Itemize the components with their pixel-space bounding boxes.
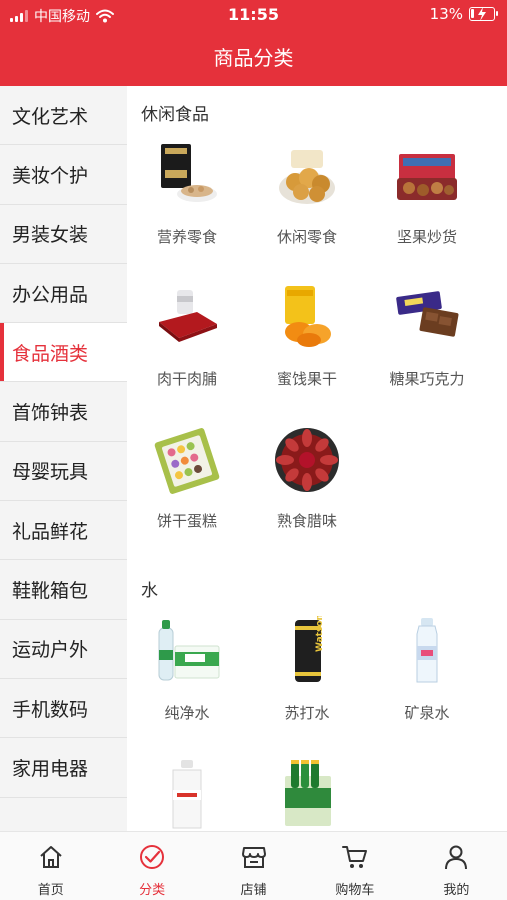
sidebar-category-label: 运动户外 [12,639,89,662]
sidebar-category-item[interactable]: 鞋靴箱包 [0,560,127,620]
tab-label: 购物车 [335,883,375,898]
mineral-water-image [391,616,463,688]
sidebar-category-item[interactable]: 食品酒类 [0,323,127,383]
sidebar-category-item[interactable]: 运动户外 [0,620,127,679]
sidebar-category-item[interactable]: 家用电器 [0,738,127,798]
tab-label: 分类 [139,883,166,898]
subcategory-label: 矿泉水 [404,704,450,722]
purified-water-image [151,616,223,688]
subcategory-label: 休闲零食 [276,228,337,246]
subcategory-label: 坚果炒货 [396,228,457,246]
tab-item[interactable]: 我的 [406,832,507,900]
subcategory-label: 饼干蛋糕 [156,512,217,530]
jerky-image [151,282,223,354]
leisure-snack-image [271,140,343,212]
sidebar-category-item[interactable]: 母婴玩具 [0,442,127,502]
sidebar-category-item[interactable]: 首饰钟表 [0,382,127,442]
page-title: 商品分类 [213,46,294,70]
sidebar-category-item[interactable]: 文化艺术 [0,86,127,146]
sidebar-category-label: 家用电器 [12,757,89,780]
water-bucket-image [151,758,223,830]
subcategory-item[interactable]: 坚果炒货 [367,140,487,280]
sidebar-category-label: 文化艺术 [12,105,89,128]
subcategory-item[interactable]: 糖果巧克力 [367,282,487,422]
tab-label: 店铺 [240,883,267,898]
subcategory-label: 营养零食 [156,228,217,246]
svg-text:Watsons: Watsons [315,616,325,652]
battery-percent: 13% [429,5,463,23]
category-sidebar: 文化艺术美妆个护男装女装办公用品食品酒类首饰钟表母婴玩具礼品鲜花鞋靴箱包运动户外… [0,86,127,831]
sidebar-category-label: 手机数码 [12,698,89,721]
subcategory-label: 熟食腊味 [276,512,337,530]
soda-water-image: Watsons [271,609,343,688]
tab-label: 首页 [37,883,64,898]
profile-icon [442,843,470,875]
bottom-tab-bar: 首页 分类 店铺 购物车 我的 [0,831,507,900]
sidebar-category-item[interactable]: 手机数码 [0,679,127,739]
subcategory-label: 苏打水 [284,704,330,722]
biscuit-image [151,424,223,496]
tab-item[interactable]: 店铺 [203,832,304,900]
cured-meat-image [271,424,343,496]
sidebar-category-item[interactable]: 男装女装 [0,205,127,264]
cart-icon [341,843,369,875]
sidebar-category-label: 礼品鲜花 [12,520,89,543]
subcategory-item[interactable]: Watsons 苏打水 [247,609,367,756]
subcategory-label: 蜜饯果干 [276,370,337,388]
sidebar-category-item[interactable]: 美妆个护 [0,145,127,205]
dried-fruit-image [271,282,343,354]
section-title: 休闲食品 [141,105,209,125]
subcategory-label: 纯净水 [164,704,210,722]
chocolate-image [391,282,463,354]
sparkling-water-image [271,758,343,830]
tab-item[interactable]: 分类 [101,832,202,900]
nuts-image [391,140,463,212]
sidebar-category-label: 男装女装 [12,224,89,247]
subcategory-item[interactable]: 蜜饯果干 [247,282,367,422]
subcategory-item[interactable]: 肉干肉脯 [127,282,247,422]
home-icon [37,843,65,875]
sidebar-category-label: 鞋靴箱包 [12,580,89,603]
status-bar: 中国移动 11:55 13% [0,0,507,30]
subcategory-item[interactable] [127,758,247,831]
sidebar-category-item[interactable] [0,798,127,831]
subcategory-item[interactable]: 饼干蛋糕 [127,424,247,564]
subcategory-panel: 休闲食品 营养零食 休闲零食 坚果炒货 肉干肉脯 蜜饯果干 糖果巧克力 饼干蛋糕… [127,86,507,831]
category-check-icon [138,843,166,875]
subcategory-item[interactable]: 纯净水 [127,616,247,756]
store-icon [240,843,268,875]
sidebar-category-label: 首饰钟表 [12,402,89,425]
tab-item[interactable]: 购物车 [304,832,405,900]
sidebar-category-item[interactable]: 礼品鲜花 [0,501,127,561]
nutrition-snack-image [151,140,223,212]
sidebar-category-label: 办公用品 [12,283,89,306]
section-title: 水 [141,581,158,601]
subcategory-label: 糖果巧克力 [389,370,465,388]
sidebar-category-label: 食品酒类 [12,342,89,365]
tab-label: 我的 [443,883,470,898]
tab-item[interactable]: 首页 [0,832,101,900]
sidebar-category-label: 美妆个护 [12,164,89,187]
battery-icon [469,7,498,21]
subcategory-item[interactable] [247,758,367,831]
sidebar-category-item[interactable]: 办公用品 [0,264,127,324]
app-header: 中国移动 11:55 13% 商品分类 [0,0,507,86]
sidebar-category-label: 母婴玩具 [12,461,89,484]
subcategory-item[interactable]: 矿泉水 [367,616,487,756]
subcategory-item[interactable]: 营养零食 [127,140,247,280]
subcategory-item[interactable]: 熟食腊味 [247,424,367,564]
subcategory-item[interactable]: 休闲零食 [247,140,367,280]
subcategory-label: 肉干肉脯 [156,370,217,388]
